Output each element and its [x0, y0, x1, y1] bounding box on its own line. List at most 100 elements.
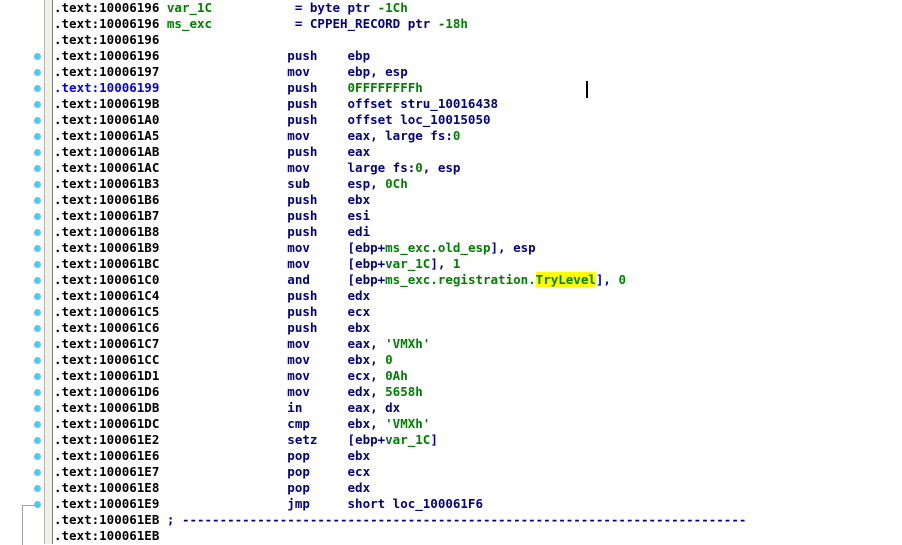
instruction-operand[interactable]: large fs: [348, 160, 416, 175]
instruction-mnemonic[interactable]: push [287, 304, 347, 319]
flow-dot-icon[interactable] [34, 485, 41, 492]
instruction-mnemonic[interactable]: mov [287, 256, 347, 271]
disassembly-line[interactable]: .text:100061C0 and [ebp+ms_exc.registrat… [54, 272, 902, 288]
disassembly-line[interactable]: .text:100061AC mov large fs:0, esp [54, 160, 902, 176]
instruction-operand[interactable]: ebx [348, 320, 371, 335]
disassembly-line[interactable]: .text:100061C5 push ecx [54, 304, 902, 320]
instruction-operand[interactable]: [ebp+ [348, 240, 386, 255]
disassembly-line[interactable]: .text:100061DB in eax, dx [54, 400, 902, 416]
instruction-operand[interactable]: edx [348, 288, 371, 303]
instruction-operand[interactable]: edi [348, 224, 371, 239]
instruction-operand[interactable]: 1 [453, 256, 461, 271]
disassembly-line[interactable]: .text:100061CC mov ebx, 0 [54, 352, 902, 368]
flow-dot-icon[interactable] [34, 261, 41, 268]
flow-dot-icon[interactable] [34, 309, 41, 316]
variable-offset[interactable]: -1Ch [378, 0, 408, 15]
instruction-operand[interactable]: stru_10016438 [400, 96, 498, 111]
disassembly-line[interactable]: .text:100061C7 mov eax, 'VMXh' [54, 336, 902, 352]
flow-dot-icon[interactable] [34, 405, 41, 412]
instruction-operand[interactable]: 0 [453, 128, 461, 143]
disassembly-line[interactable]: .text:100061E9 jmp short loc_100061F6 [54, 496, 902, 512]
flow-dot-icon[interactable] [34, 181, 41, 188]
instruction-operand[interactable]: 0 [385, 352, 393, 367]
instruction-mnemonic[interactable]: push [287, 192, 347, 207]
flow-dot-icon[interactable] [34, 453, 41, 460]
disassembly-line[interactable]: .text:10006199 push 0FFFFFFFFh [54, 80, 902, 96]
instruction-operand[interactable]: ebx, [348, 416, 386, 431]
instruction-mnemonic[interactable]: and [287, 272, 347, 287]
instruction-operand[interactable]: 'VMXh' [385, 416, 430, 431]
flow-dot-icon[interactable] [34, 277, 41, 284]
disassembly-line[interactable]: .text:100061A0 push offset loc_10015050 [54, 112, 902, 128]
instruction-operand[interactable]: eax, [348, 336, 386, 351]
instruction-operand[interactable]: ], [596, 272, 619, 287]
flow-dot-icon[interactable] [34, 165, 41, 172]
instruction-operand[interactable]: edx, [348, 384, 386, 399]
instruction-operand[interactable]: var_1C [385, 256, 430, 271]
instruction-operand[interactable]: esi [348, 208, 371, 223]
disassembly-line[interactable]: .text:10006196 [54, 32, 902, 48]
flow-dot-icon[interactable] [34, 85, 41, 92]
instruction-mnemonic[interactable]: push [287, 80, 347, 95]
disassembly-line[interactable]: .text:100061B7 push esi [54, 208, 902, 224]
instruction-operand[interactable]: 0 [618, 272, 626, 287]
instruction-operand[interactable]: offset [348, 96, 401, 111]
disassembly-line[interactable]: .text:100061EB ; -----------------------… [54, 512, 902, 528]
instruction-mnemonic[interactable]: in [287, 400, 347, 415]
instruction-operand[interactable]: [ebp+ [348, 256, 386, 271]
instruction-operand[interactable]: ms_exc.old_esp [385, 240, 490, 255]
disassembly-line[interactable]: .text:100061EB [54, 528, 902, 544]
instruction-mnemonic[interactable]: mov [287, 336, 347, 351]
flow-dot-icon[interactable] [34, 437, 41, 444]
flow-dot-icon[interactable] [34, 213, 41, 220]
flow-dot-icon[interactable] [34, 341, 41, 348]
disassembly-line[interactable]: .text:100061E2 setz [ebp+var_1C] [54, 432, 902, 448]
instruction-operand[interactable]: 0 [415, 160, 423, 175]
instruction-mnemonic[interactable]: mov [287, 384, 347, 399]
instruction-operand[interactable]: ecx [348, 304, 371, 319]
flow-arrow-gutter[interactable] [0, 0, 44, 545]
flow-dot-icon[interactable] [34, 101, 41, 108]
local-variable-name[interactable]: ms_exc [167, 16, 295, 31]
flow-dot-icon[interactable] [34, 325, 41, 332]
flow-dot-icon[interactable] [34, 53, 41, 60]
instruction-operand[interactable]: esp, [348, 176, 386, 191]
instruction-mnemonic[interactable]: mov [287, 368, 347, 383]
flow-dot-icon[interactable] [34, 117, 41, 124]
disassembly-line[interactable]: .text:10006196 push ebp [54, 48, 902, 64]
instruction-operand[interactable]: eax [348, 144, 371, 159]
flow-dot-icon[interactable] [34, 229, 41, 236]
flow-dot-icon[interactable] [34, 245, 41, 252]
instruction-mnemonic[interactable]: pop [287, 464, 347, 479]
disassembly-line[interactable]: .text:100061E8 pop edx [54, 480, 902, 496]
instruction-operand[interactable]: ebx [348, 448, 371, 463]
instruction-mnemonic[interactable]: mov [287, 128, 347, 143]
disassembly-line[interactable]: .text:10006197 mov ebp, esp [54, 64, 902, 80]
line-marker-strip[interactable] [44, 0, 53, 544]
instruction-operand[interactable]: eax, dx [348, 400, 401, 415]
instruction-operand[interactable]: 'VMXh' [385, 336, 430, 351]
flow-dot-icon[interactable] [34, 69, 41, 76]
instruction-operand[interactable]: 0Ch [385, 176, 408, 191]
flow-dot-icon[interactable] [34, 133, 41, 140]
disassembly-line[interactable]: .text:100061E7 pop ecx [54, 464, 902, 480]
highlighted-operand[interactable]: TryLevel [535, 272, 596, 287]
instruction-mnemonic[interactable]: mov [287, 352, 347, 367]
disassembly-line[interactable]: .text:100061D6 mov edx, 5658h [54, 384, 902, 400]
disassembly-line[interactable]: .text:10006196 ms_exc = CPPEH_RECORD ptr… [54, 16, 902, 32]
instruction-operand[interactable]: ], esp [491, 240, 536, 255]
local-variable-name[interactable]: var_1C [167, 0, 295, 15]
disassembly-line[interactable]: .text:100061E6 pop ebx [54, 448, 902, 464]
instruction-operand[interactable]: ms_exc.registration. [385, 272, 536, 287]
disassembly-line[interactable]: .text:100061C6 push ebx [54, 320, 902, 336]
instruction-mnemonic[interactable]: push [287, 208, 347, 223]
flow-dot-icon[interactable] [34, 421, 41, 428]
flow-dot-icon[interactable] [34, 373, 41, 380]
disassembly-line[interactable]: .text:100061DC cmp ebx, 'VMXh' [54, 416, 902, 432]
flow-dot-icon[interactable] [34, 293, 41, 300]
disassembly-line[interactable]: .text:100061D1 mov ecx, 0Ah [54, 368, 902, 384]
instruction-operand[interactable]: short [348, 496, 393, 511]
instruction-operand[interactable]: eax, large fs: [348, 128, 453, 143]
disassembly-line[interactable]: .text:100061AB push eax [54, 144, 902, 160]
disassembly-line[interactable]: .text:100061C4 push edx [54, 288, 902, 304]
